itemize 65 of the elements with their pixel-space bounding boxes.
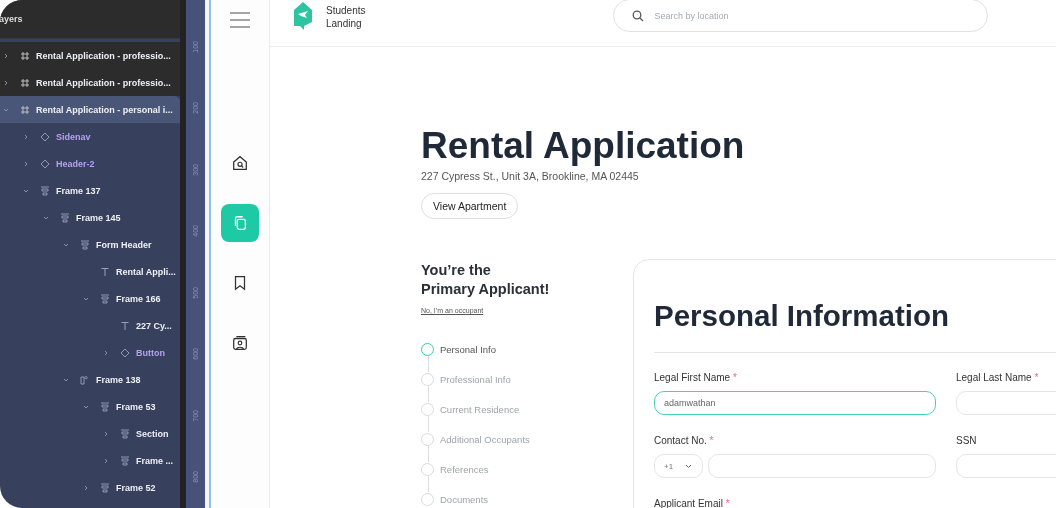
text-field[interactable]: adamwathan [654,391,936,415]
layer-row[interactable]: Frame 145 [0,204,180,231]
picture-icon [231,334,249,352]
layer-row[interactable]: Sidenav [0,123,180,150]
layer-row[interactable]: Rental Application - professio... [0,42,180,69]
search-field[interactable]: Search by location [613,0,989,32]
chevron-icon[interactable] [2,51,10,60]
layer-row[interactable]: Rental Application - professio... [0,69,180,96]
chevron-icon[interactable] [102,456,110,465]
auto-layout-icon [80,374,90,385]
diamond-icon [40,131,50,142]
frame-icon [20,50,30,61]
frame-icon [20,77,30,88]
chevron-down-icon [685,463,693,469]
auto-layout-icon [80,239,90,250]
layer-row[interactable]: Header-2 [0,150,180,177]
chevron-icon[interactable] [102,348,110,357]
auto-layout-icon [40,185,50,196]
layer-row[interactable]: Frame 53 [0,393,180,420]
layer-row[interactable]: Rental Appli... [0,258,180,285]
country-code-dropdown[interactable]: +1 [654,454,703,478]
step-label[interactable]: Personal Info [440,343,496,355]
layer-row[interactable]: Section [0,420,180,447]
layer-row[interactable]: Frame 138 [0,366,180,393]
house-icon [231,154,249,172]
layer-row[interactable]: Frame 137 [0,177,180,204]
layer-row[interactable]: Frame 166 [0,285,180,312]
panel-title: ayers [0,14,23,24]
layer-row[interactable]: 227 Cy... [0,312,180,339]
auto-layout-icon [60,212,70,223]
chevron-icon[interactable] [102,429,110,438]
phone-field[interactable] [708,454,936,478]
form-title: Personal Information [654,298,951,334]
address-text: 227 Cypress St., Unit 3A, Brookline, MA 02445 [421,170,640,182]
chevron-icon[interactable] [22,132,30,141]
chevron-icon[interactable] [82,483,90,492]
auto-layout-icon [120,455,130,466]
applicant-heading: You’re the [421,261,492,280]
field-label: SSN [956,435,978,447]
menu-icon[interactable] [229,10,251,30]
layer-row[interactable]: Frame ... [0,447,180,474]
auto-layout-icon [100,401,110,412]
chevron-icon[interactable] [22,159,30,168]
layer-row[interactable]: Button [0,339,180,366]
diamond-icon [40,158,50,169]
diamond-icon [120,347,130,358]
brand-name: Students [326,4,366,17]
page-title: Rental Application [421,126,746,166]
auto-layout-icon [100,293,110,304]
field-label: Contact No. * [654,435,715,447]
field-label: Legal First Name * [654,372,738,384]
frame-icon [20,104,30,115]
layer-row[interactable]: Form Header [0,231,180,258]
text-icon [100,266,110,277]
search-icon [632,10,645,22]
text-icon [120,320,130,331]
layer-row[interactable]: Rental Application - personal i... [0,96,180,123]
layer-row[interactable]: Frame 52 [0,474,180,501]
field-label: Legal Last Name * [956,372,1040,384]
brand-name: Landing [326,17,363,30]
applicant-heading: Primary Applicant! [421,280,551,299]
chevron-icon[interactable] [2,78,10,87]
auto-layout-icon [100,482,110,493]
view-apartment-button[interactable]: View Apartment [421,193,519,219]
auto-layout-icon [120,428,130,439]
